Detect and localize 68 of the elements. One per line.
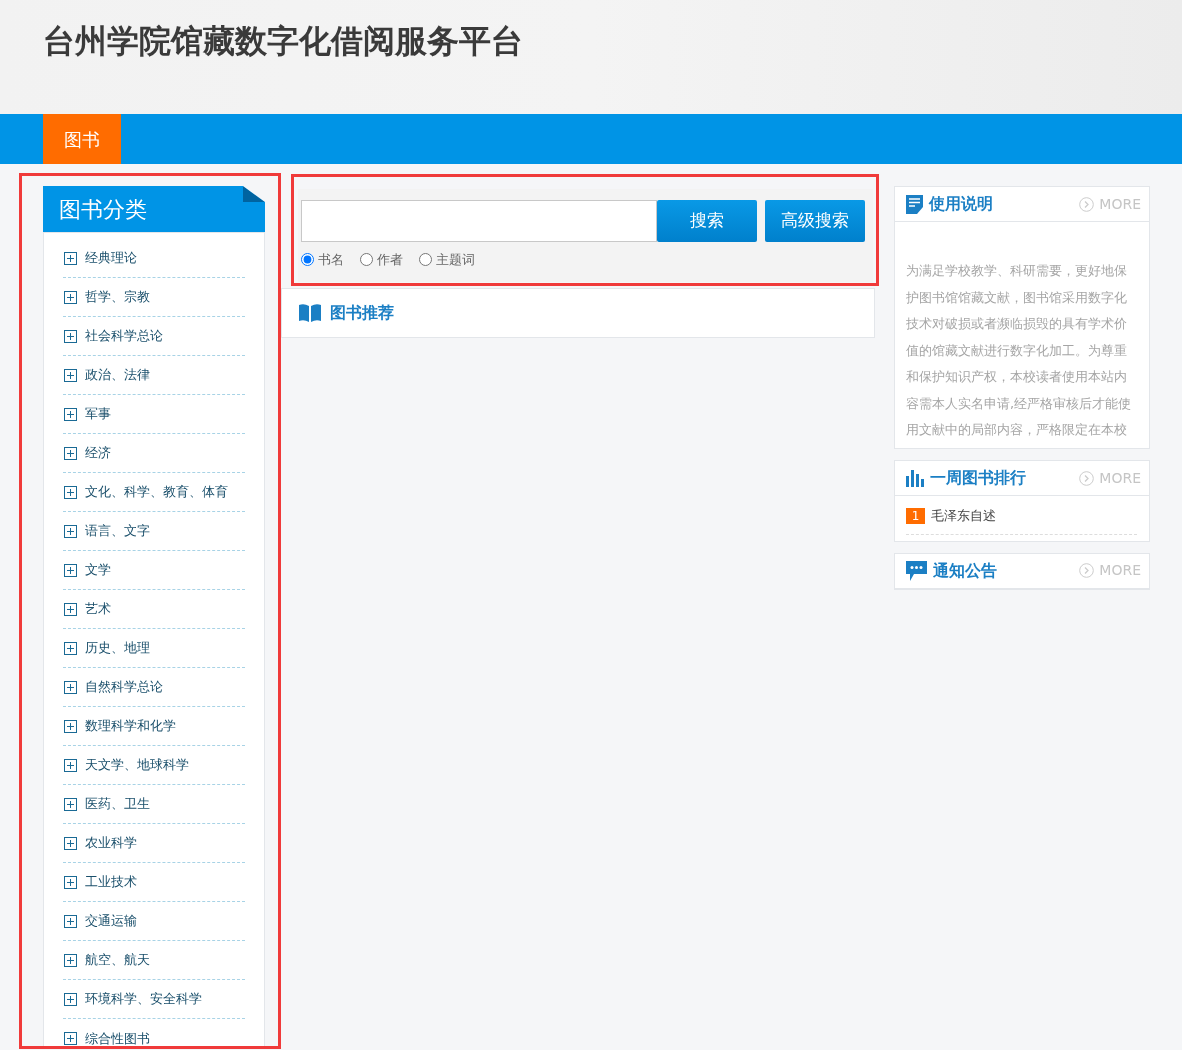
plus-icon[interactable] bbox=[64, 953, 77, 967]
intro-paragraph: 为满足学校教学、科研需要，更好地保护图书馆馆藏文献，图书馆采用数字化技术对破损或者濒临损毁的具有学术价值的馆藏文献进行数字化加工。为尊重和保护知识产权，本校读者使用本站内容需本人实名申请,经严格审核后才能使用文献中的局部内容，严格限定在本校 bbox=[905, 262, 1133, 439]
category-link[interactable]: 政治、法律 bbox=[85, 365, 150, 385]
category-link[interactable]: 文化、科学、教育、体育 bbox=[85, 482, 228, 502]
category-link[interactable]: 工业技术 bbox=[85, 872, 137, 892]
category-link[interactable]: 综合性图书 bbox=[85, 1028, 150, 1046]
category-link[interactable]: 军事 bbox=[85, 404, 111, 424]
bar-chart-icon bbox=[906, 469, 924, 487]
category-link[interactable]: 哲学、宗教 bbox=[85, 287, 150, 307]
plus-icon[interactable] bbox=[64, 368, 77, 382]
category-link[interactable]: 语言、文字 bbox=[85, 521, 150, 541]
radio-label: 作者 bbox=[377, 251, 403, 269]
plus-icon[interactable] bbox=[64, 602, 77, 616]
plus-icon[interactable] bbox=[64, 875, 77, 889]
plus-icon[interactable] bbox=[64, 758, 77, 772]
plus-icon[interactable] bbox=[64, 641, 77, 655]
plus-icon[interactable] bbox=[64, 797, 77, 811]
category-link[interactable]: 医药、卫生 bbox=[85, 794, 150, 814]
radio-button[interactable] bbox=[419, 253, 432, 267]
panel-title: 一周图书排行 bbox=[930, 467, 1026, 489]
panel-title: 使用说明 bbox=[929, 193, 993, 215]
category-link[interactable]: 航空、航天 bbox=[85, 950, 150, 970]
plus-icon[interactable] bbox=[64, 914, 77, 928]
category-link[interactable]: 艺术 bbox=[85, 599, 111, 619]
plus-icon[interactable] bbox=[64, 719, 77, 733]
category-link[interactable]: 农业科学 bbox=[85, 833, 137, 853]
category-link[interactable]: 经典理论 bbox=[85, 248, 137, 268]
site-title: 台州学院馆藏数字化借阅服务平台 bbox=[43, 22, 524, 61]
chevron-circle-icon bbox=[1079, 470, 1095, 486]
chevron-circle-icon bbox=[1079, 563, 1095, 578]
plus-icon[interactable] bbox=[64, 329, 77, 343]
plus-icon[interactable] bbox=[64, 836, 77, 850]
chevron-circle-icon bbox=[1079, 196, 1095, 212]
plus-icon[interactable] bbox=[64, 485, 77, 499]
section-title: 图书推荐 bbox=[330, 302, 394, 324]
radio-button[interactable] bbox=[360, 253, 373, 267]
plus-icon[interactable] bbox=[64, 251, 77, 265]
category-link[interactable]: 交通运输 bbox=[85, 911, 137, 931]
plus-icon[interactable] bbox=[64, 407, 77, 421]
category-link[interactable]: 经济 bbox=[85, 443, 111, 463]
category-link[interactable]: 历史、地理 bbox=[85, 638, 150, 658]
category-link[interactable]: 天文学、地球科学 bbox=[85, 755, 189, 775]
category-link[interactable]: 环境科学、安全科学 bbox=[85, 989, 202, 1009]
plus-icon[interactable] bbox=[64, 446, 77, 460]
category-link[interactable]: 数理科学和化学 bbox=[85, 716, 176, 736]
panel-title: 通知公告 bbox=[933, 559, 997, 582]
plus-icon[interactable] bbox=[64, 992, 77, 1006]
plus-icon[interactable] bbox=[64, 563, 77, 577]
search-button[interactable]: 搜索 bbox=[657, 200, 757, 242]
category-link[interactable]: 文学 bbox=[85, 560, 111, 580]
book-icon bbox=[298, 303, 322, 323]
document-icon bbox=[906, 194, 923, 214]
category-link[interactable]: 社会科学总论 bbox=[85, 326, 163, 346]
plus-icon[interactable] bbox=[64, 290, 77, 304]
plus-icon[interactable] bbox=[64, 1032, 77, 1045]
radio-label: 书名 bbox=[318, 251, 344, 269]
search-field[interactable] bbox=[301, 200, 657, 242]
plus-icon[interactable] bbox=[64, 524, 77, 538]
category-link[interactable]: 自然科学总论 bbox=[85, 677, 163, 697]
search-button[interactable]: 高级搜索 bbox=[765, 200, 865, 242]
radio-label: 主题词 bbox=[436, 251, 475, 269]
radio-button[interactable] bbox=[301, 253, 314, 267]
book-link[interactable]: 毛泽东自述 bbox=[931, 506, 996, 526]
chat-bubble-icon bbox=[906, 560, 927, 581]
folded-corner-icon bbox=[243, 186, 265, 202]
plus-icon[interactable] bbox=[64, 680, 77, 694]
sidebar-title: 图书分类 bbox=[59, 197, 147, 222]
rank-number: 1 bbox=[906, 507, 925, 524]
